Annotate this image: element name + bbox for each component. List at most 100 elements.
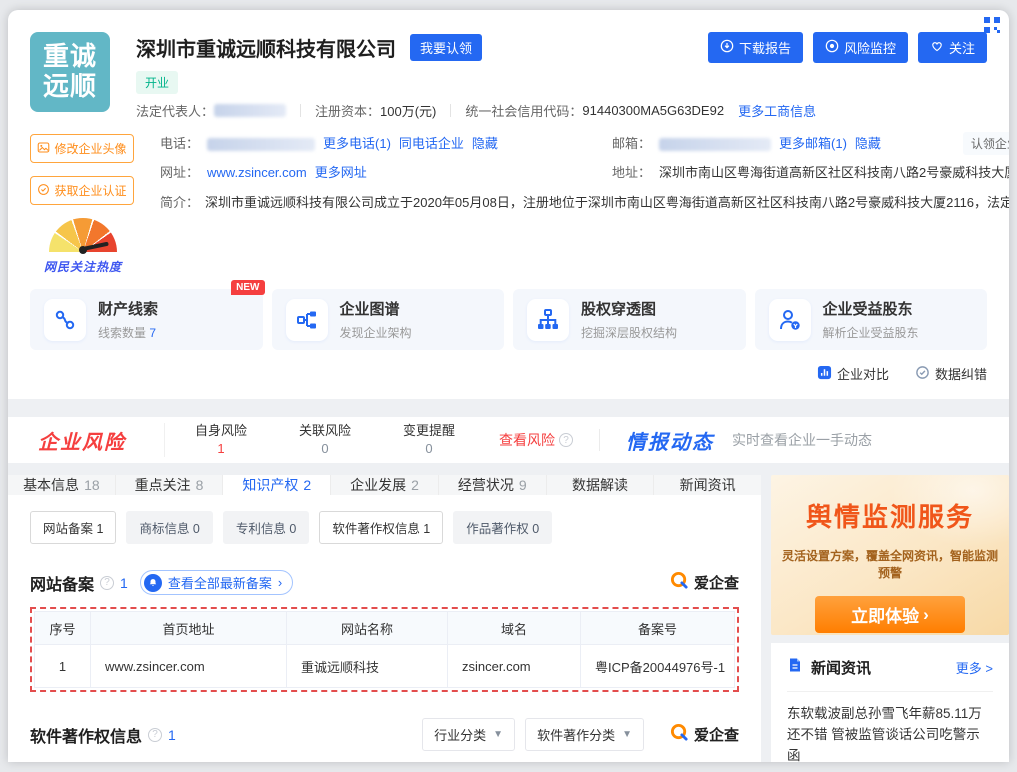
company-compare-link[interactable]: 企业对比 xyxy=(817,364,889,383)
compare-icon xyxy=(817,365,832,383)
section-count: 1 xyxy=(120,575,128,591)
edit-avatar-button[interactable]: 修改企业头像 xyxy=(30,134,134,163)
chevron-down-icon: ▼ xyxy=(622,729,632,740)
help-icon: ? xyxy=(559,433,573,447)
feature-card-company-graph[interactable]: 企业图谱 发现企业架构 xyxy=(272,289,505,350)
tab-company-development[interactable]: 企业发展2 xyxy=(331,475,439,495)
intel-brand: 情报动态 xyxy=(626,426,714,455)
company-name: 深圳市重诚远顺科技有限公司 xyxy=(136,33,396,62)
intro-label: 简介： xyxy=(160,192,199,211)
beneficial-shareholder-icon xyxy=(769,299,811,341)
news-panel: 新闻资讯 更多 > 东软载波副总孙雪飞年薪85.11万还不错 管被监管谈话公司吃… xyxy=(771,643,1009,762)
chip-work-copyright[interactable]: 作品著作权 0 xyxy=(453,511,552,544)
self-risk-stat[interactable]: 自身风险 1 xyxy=(195,423,247,457)
sentiment-monitoring-ad[interactable]: 舆情监测服务 灵活设置方案，覆盖全网资讯，智能监测预警 立即体验 › xyxy=(771,475,1009,635)
website-filing-header: 网站备案 ? 1 查看全部最新备案 › 爱企查 xyxy=(8,544,761,595)
tab-key-focus[interactable]: 重点关注8 xyxy=(116,475,224,495)
equity-penetration-icon xyxy=(527,299,569,341)
section-title: 网站备案 xyxy=(30,571,94,595)
gauge-hub xyxy=(79,246,87,254)
risk-summary-bar: 企业风险 自身风险 1 关联风险 0 变更提醒 0 查看风险 ? 情报动态 实时… xyxy=(8,417,1009,463)
main-content-card: 基本信息18 重点关注8 知识产权2 企业发展2 经营状况9 数据解读 新闻资讯… xyxy=(8,475,761,762)
data-correction-link[interactable]: 数据纠错 xyxy=(915,364,987,383)
phone-redacted xyxy=(207,138,315,151)
new-badge: NEW xyxy=(231,280,264,295)
credit-code-label: 统一社会信用代码： xyxy=(465,101,582,120)
more-phones-link[interactable]: 更多电话(1) xyxy=(323,134,391,154)
tab-news[interactable]: 新闻资讯 xyxy=(654,475,761,495)
credit-code-value: 91440300MA5G63DE92 xyxy=(582,103,724,118)
industry-category-dropdown[interactable]: 行业分类▼ xyxy=(422,718,515,751)
right-sidebar: 舆情监测服务 灵活设置方案，覆盖全网资讯，智能监测预警 立即体验 › xyxy=(771,475,1009,762)
feature-card-property-clues[interactable]: NEW 财产线索 线索数量 7 xyxy=(30,289,263,350)
software-category-dropdown[interactable]: 软件著作分类▼ xyxy=(525,718,644,751)
property-clues-icon xyxy=(44,299,86,341)
chip-software-copyright[interactable]: 软件著作权信息 1 xyxy=(319,511,443,544)
reg-capital-label: 注册资本： xyxy=(315,101,380,120)
more-websites-link[interactable]: 更多网址 xyxy=(315,163,367,183)
chevron-down-icon: ▼ xyxy=(493,729,503,740)
gauge-label: 网民关注热度 xyxy=(30,258,136,275)
related-risk-stat[interactable]: 关联风险 0 xyxy=(299,423,351,457)
company-risk-brand: 企业风险 xyxy=(38,426,126,455)
monitor-icon xyxy=(825,39,839,56)
get-certification-button[interactable]: 获取企业认证 xyxy=(30,176,134,205)
news-item-title: 东软载波副总孙雪飞年薪85.11万还不错 管被监管谈话公司吃警示函 xyxy=(787,704,993,762)
claim-company-button[interactable]: 我要认领 xyxy=(410,34,482,61)
certificate-icon xyxy=(37,183,50,199)
download-icon xyxy=(720,39,734,56)
more-business-info-link[interactable]: 更多工商信息 xyxy=(738,101,816,120)
website-filing-table-highlight: 序号 首页地址 网站名称 域名 备案号 1 www.zsincer.com 重诚… xyxy=(30,607,739,692)
view-all-filings-button[interactable]: 查看全部最新备案 › xyxy=(140,570,293,595)
chip-trademark[interactable]: 商标信息 0 xyxy=(126,511,212,544)
software-copyright-header: 软件著作权信息 ? 1 行业分类▼ 软件著作分类▼ 爱企查 xyxy=(8,692,761,751)
try-now-button[interactable]: 立即体验 › xyxy=(815,596,965,633)
follow-button[interactable]: 关注 xyxy=(918,32,987,63)
more-emails-link[interactable]: 更多邮箱(1) xyxy=(779,134,847,154)
heart-icon xyxy=(930,39,944,56)
company-logo: 重诚 远顺 xyxy=(30,32,110,112)
change-reminder-stat[interactable]: 变更提醒 0 xyxy=(403,423,455,457)
news-panel-title: 新闻资讯 xyxy=(811,657,871,678)
help-icon[interactable]: ? xyxy=(148,728,162,742)
aiqicha-brand: 爱企查 xyxy=(670,723,739,747)
legal-rep-label: 法定代表人： xyxy=(136,101,214,120)
risk-monitor-button[interactable]: 风险监控 xyxy=(813,32,908,63)
tab-data-interpretation[interactable]: 数据解读 xyxy=(547,475,655,495)
news-item[interactable]: 东软载波副总孙雪飞年薪85.11万还不错 管被监管谈话公司吃警示函 新浪网 20… xyxy=(787,692,993,762)
email-label: 邮箱： xyxy=(612,134,651,154)
website-link[interactable]: www.zsincer.com xyxy=(207,163,307,183)
correction-icon xyxy=(915,365,930,383)
address-label: 地址： xyxy=(612,163,651,183)
tab-operating-status[interactable]: 经营状况9 xyxy=(439,475,547,495)
chip-patent[interactable]: 专利信息 0 xyxy=(223,511,309,544)
company-profile-page: 重诚 远顺 深圳市重诚远顺科技有限公司 我要认领 下载报告 风险监控 xyxy=(8,10,1009,762)
divider xyxy=(599,429,600,451)
aiqicha-brand: 爱企查 xyxy=(670,571,739,595)
download-report-button[interactable]: 下载报告 xyxy=(708,32,803,63)
claim-notice: 认领企业即可编辑信息，去认领 xyxy=(963,132,1009,155)
view-risk-link[interactable]: 查看风险 ? xyxy=(499,430,573,450)
tab-intellectual-property[interactable]: 知识产权2 xyxy=(223,475,331,495)
divider xyxy=(450,104,451,117)
feature-card-equity-penetration[interactable]: 股权穿透图 挖掘深层股权结构 xyxy=(513,289,746,350)
website-label: 网址： xyxy=(160,163,199,183)
same-phone-companies-link[interactable]: 同电话企业 xyxy=(399,134,464,154)
table-row: 1 www.zsincer.com 重诚远顺科技 zsincer.com 粤IC… xyxy=(35,645,735,688)
gauge-dial xyxy=(49,218,117,252)
section-tab-bar: 基本信息18 重点关注8 知识产权2 企业发展2 经营状况9 数据解读 新闻资讯 xyxy=(8,475,761,495)
tab-basic-info[interactable]: 基本信息18 xyxy=(8,475,116,495)
feature-card-beneficial-shareholders[interactable]: 企业受益股东 解析企业受益股东 xyxy=(755,289,988,350)
status-badge: 开业 xyxy=(136,71,178,94)
attention-gauge: 网民关注热度 xyxy=(30,218,136,275)
news-more-link[interactable]: 更多 > xyxy=(956,658,993,677)
ip-filter-chips: 网站备案 1 商标信息 0 专利信息 0 软件著作权信息 1 作品著作权 0 xyxy=(8,495,761,544)
address-value: 深圳市南山区粤海街道高新区社区科技南八路2号豪威科技大厦... xyxy=(659,163,1009,183)
hide-email-link[interactable]: 隐藏 xyxy=(855,134,881,154)
hide-phone-link[interactable]: 隐藏 xyxy=(472,134,498,154)
bell-icon xyxy=(144,574,162,592)
logo-text-line1: 重诚 xyxy=(43,42,97,72)
help-icon[interactable]: ? xyxy=(100,576,114,590)
chip-website-filing[interactable]: 网站备案 1 xyxy=(30,511,116,544)
picture-icon xyxy=(37,141,50,157)
